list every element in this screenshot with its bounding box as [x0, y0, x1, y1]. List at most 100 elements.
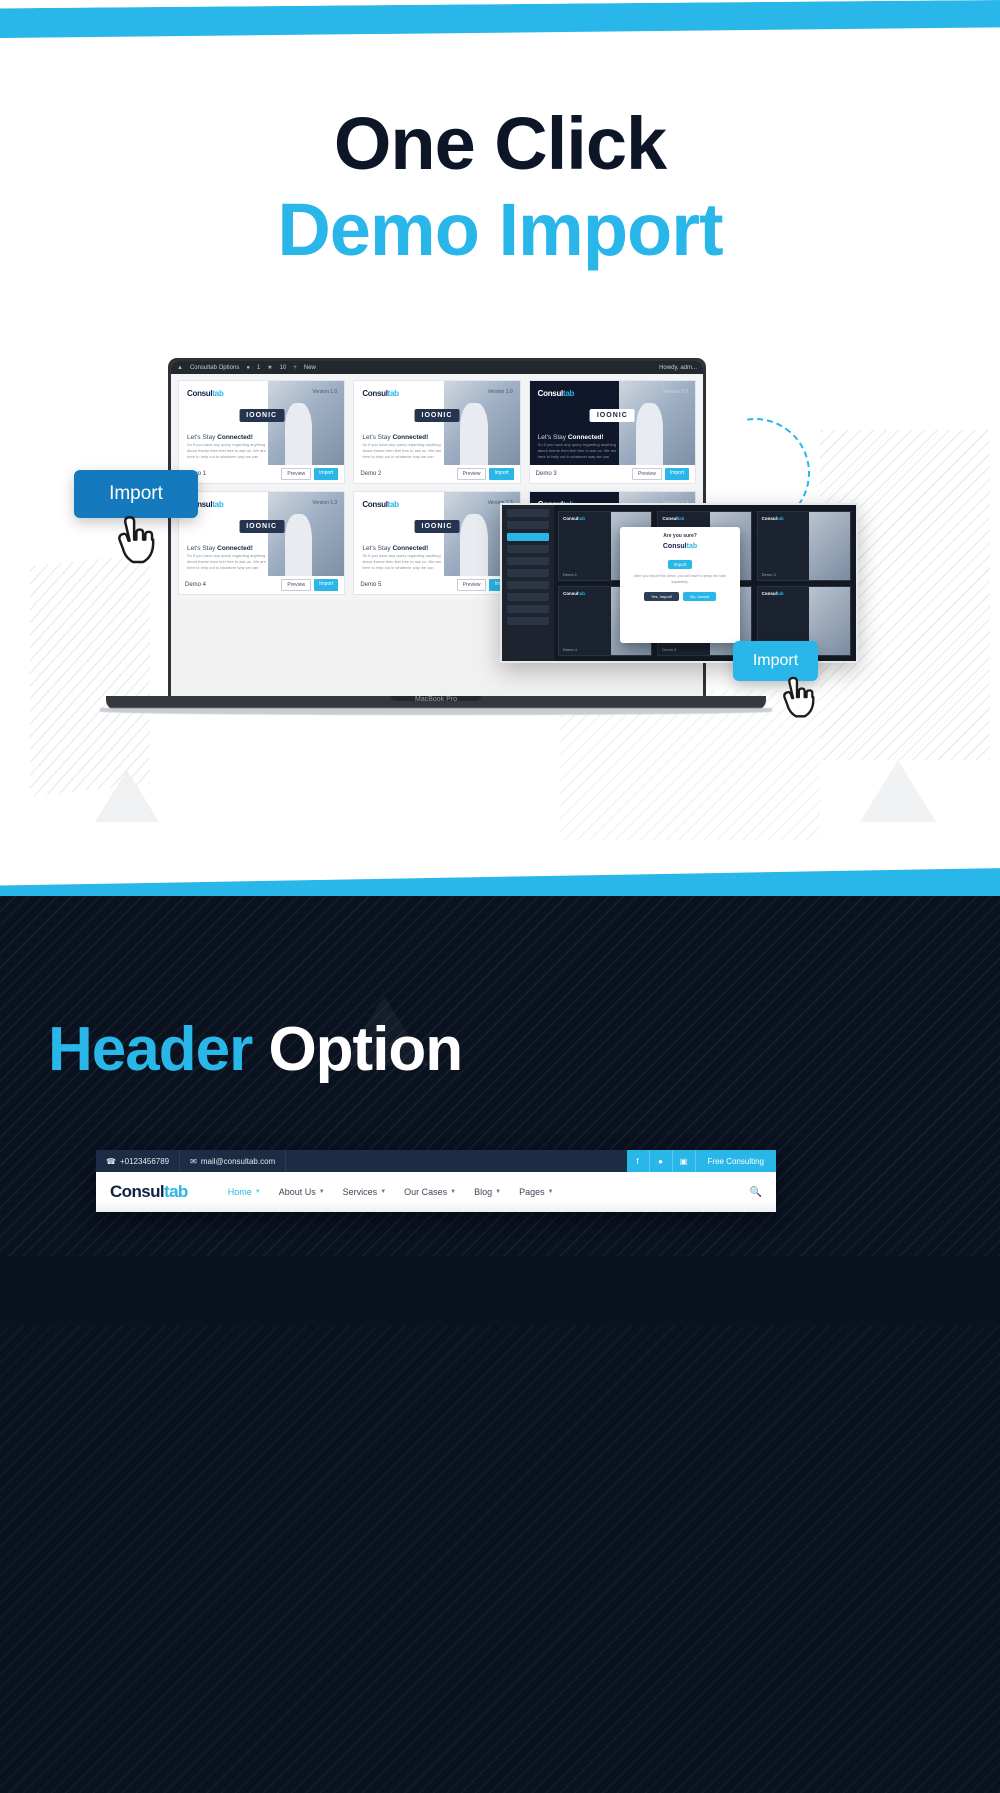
demo-card-footer: Demo 4 Preview Import: [179, 576, 345, 594]
demo-logo: Consultab: [187, 389, 224, 398]
comment-count: 1: [256, 364, 261, 371]
pointing-hand-cursor-icon: [110, 515, 156, 571]
header-option-section: Header Option ☎ +0123456789 ✉ mail@consu…: [0, 896, 1000, 1793]
demo-paragraph: So if you have any query regarding anyth…: [187, 553, 266, 570]
section-title-white: Option: [252, 1015, 463, 1084]
header-variant-1: ☎ +0123456789 ✉ mail@consultab.com f ● ▣…: [96, 1150, 776, 1212]
demo-import-section: One Click Demo Import ▲ Consultab Option…: [0, 0, 1000, 900]
preview-button[interactable]: Preview: [632, 468, 662, 480]
demo-headline: Let's Stay Connected!: [187, 434, 253, 441]
nav-item-services[interactable]: Services ▼: [343, 1187, 386, 1197]
ioonic-badge: IOONIC: [239, 409, 285, 422]
modal-logo: Consultab: [662, 543, 698, 550]
twitter-icon[interactable]: ●: [649, 1150, 673, 1172]
import-button[interactable]: Import: [664, 468, 689, 480]
demo-headline: Let's Stay Connected!: [362, 434, 429, 441]
laptop-model-label: MacBook Pro: [414, 696, 458, 703]
bottom-ribbon-decoration: [0, 862, 1000, 900]
confirm-yes-button[interactable]: Yes, Import!: [643, 591, 680, 601]
confirm-no-button[interactable]: No, cancel: [683, 591, 717, 601]
demo-logo: Consultab: [362, 500, 399, 509]
page-title: One Click Demo Import: [0, 104, 1000, 270]
header1-nav: Home ▼ About Us ▼ Services ▼ Our Cases ▼ Blo…: [228, 1187, 554, 1197]
header1-topbar: ☎ +0123456789 ✉ mail@consultab.com f ● ▣…: [96, 1150, 776, 1172]
admin-site-name[interactable]: Consultab Options: [190, 365, 239, 371]
hero-line-one: One Click: [333, 102, 667, 185]
demo-card[interactable]: Consultab Version 1.0 IOONIC Let's Stay …: [353, 380, 521, 484]
demo-paragraph: So if you have any query regarding anyth…: [362, 553, 442, 570]
laptop-foot: [100, 708, 772, 715]
triangle-decoration-left: [95, 770, 159, 822]
demo-card-footer: Demo 1 Preview Import: [179, 465, 345, 483]
demo-paragraph: So if you have any query regarding anyth…: [537, 442, 617, 459]
popup-demo-card[interactable]: Consultab Demo 3: [756, 511, 851, 581]
header1-phone[interactable]: ☎ +0123456789: [96, 1150, 181, 1172]
demo-card-footer: Demo 2 Preview Import: [354, 465, 520, 483]
demo-name: Demo 2: [360, 471, 382, 477]
modal-body-text: After you import this demo, you will hav…: [633, 574, 727, 584]
top-ribbon-decoration: [0, 0, 1000, 38]
import-button[interactable]: Import: [489, 468, 514, 480]
demo-card[interactable]: Consultab Version 1.0 IOONIC Let's Stay …: [178, 380, 346, 484]
header1-cta-button[interactable]: Free Consulting: [695, 1150, 776, 1172]
demo-thumbnail: Consultab Version 1.3 IOONIC Let's Stay …: [354, 492, 520, 576]
ioonic-badge: IOONIC: [414, 409, 460, 422]
preview-button[interactable]: Preview: [281, 468, 312, 480]
new-item-label[interactable]: New: [304, 365, 316, 371]
demo-headline: Let's Stay Connected!: [537, 434, 604, 441]
logo[interactable]: Consultab: [110, 1182, 188, 1202]
wordpress-admin-bar[interactable]: ▲ Consultab Options ● 1 ★ 10 + New Howdy…: [171, 361, 703, 374]
demo-thumbnail: Consultab Version 1.0 IOONIC Let's Stay …: [529, 381, 695, 465]
demo-version: Version 1.3: [312, 500, 338, 506]
preview-button[interactable]: Preview: [456, 579, 487, 591]
howdy-label[interactable]: Howdy, adm...: [659, 365, 697, 371]
demo-headline: Let's Stay Connected!: [362, 545, 429, 552]
demo-version: Version 1.0: [312, 389, 338, 395]
demo-thumbnail: Consultab Version 1.3 IOONIC Let's Stay …: [179, 492, 345, 576]
demo-card-footer: Demo 5 Preview Import: [354, 576, 520, 594]
header1-email[interactable]: ✉ mail@consultab.com: [180, 1150, 287, 1172]
demo-version: Version 1.0: [487, 389, 513, 395]
wordpress-logo-icon: ▲: [177, 364, 183, 371]
demo-version: Version 1.0: [662, 389, 688, 395]
preview-button[interactable]: Preview: [281, 579, 312, 591]
demo-thumbnail: Consultab Version 1.0 IOONIC Let's Stay …: [354, 381, 520, 465]
demo-thumbnail: Consultab Version 1.0 IOONIC Let's Stay …: [179, 381, 345, 465]
facebook-icon[interactable]: f: [626, 1150, 650, 1172]
import-callout-right[interactable]: Import: [733, 641, 818, 681]
nav-item-blog[interactable]: Blog ▼: [474, 1187, 501, 1197]
nav-item-home[interactable]: Home ▼: [228, 1187, 261, 1197]
import-callout-left[interactable]: Import: [74, 470, 198, 518]
header1-navbar: Consultab Home ▼ About Us ▼ Services ▼ Our …: [96, 1172, 776, 1212]
confirm-modal: Are you sure? Consultab Import After you…: [620, 527, 740, 643]
ioonic-badge: IOONIC: [589, 409, 635, 422]
confirm-question: Are you sure?: [663, 533, 697, 539]
nav-item-about-us[interactable]: About Us ▼: [279, 1187, 325, 1197]
search-icon[interactable]: 🔍: [750, 1187, 762, 1198]
demo-logo: Consultab: [362, 389, 399, 398]
instagram-icon[interactable]: ▣: [672, 1150, 696, 1172]
update-icon: ★: [267, 365, 273, 371]
demo-card[interactable]: Consultab Version 1.0 IOONIC Let's Stay …: [528, 380, 696, 484]
demo-paragraph: So if you have any query regarding anyth…: [187, 442, 266, 459]
preview-button[interactable]: Preview: [456, 468, 487, 480]
demo-name: Demo 3: [535, 471, 557, 477]
demo-name: Demo 5: [360, 582, 382, 588]
phone-icon: ☎: [106, 1156, 116, 1166]
import-confirm-popup: ConsultabDemo 1 ConsultabDemo 2 Consulta…: [500, 503, 858, 663]
chevron-down-icon: ▼: [547, 1189, 554, 1195]
triangle-decoration-right: [860, 760, 936, 822]
nav-item-pages[interactable]: Pages ▼: [519, 1187, 553, 1197]
import-button[interactable]: Import: [314, 579, 339, 591]
demo-card[interactable]: Consultab Version 1.3 IOONIC Let's Stay …: [353, 491, 521, 595]
ioonic-badge: IOONIC: [414, 520, 460, 533]
import-button[interactable]: Import: [314, 468, 339, 480]
demo-card[interactable]: Consultab Version 1.3 IOONIC Let's Stay …: [178, 491, 346, 595]
mail-icon: ✉: [190, 1156, 197, 1166]
chevron-down-icon: ▼: [450, 1189, 457, 1195]
plus-icon: +: [293, 364, 297, 371]
dark-hatch-bottom: [0, 1326, 1000, 1793]
nav-item-our-cases[interactable]: Our Cases ▼: [404, 1187, 456, 1197]
demo-card-footer: Demo 3 Preview Import: [529, 465, 695, 483]
modal-import-badge: Import: [667, 560, 693, 569]
